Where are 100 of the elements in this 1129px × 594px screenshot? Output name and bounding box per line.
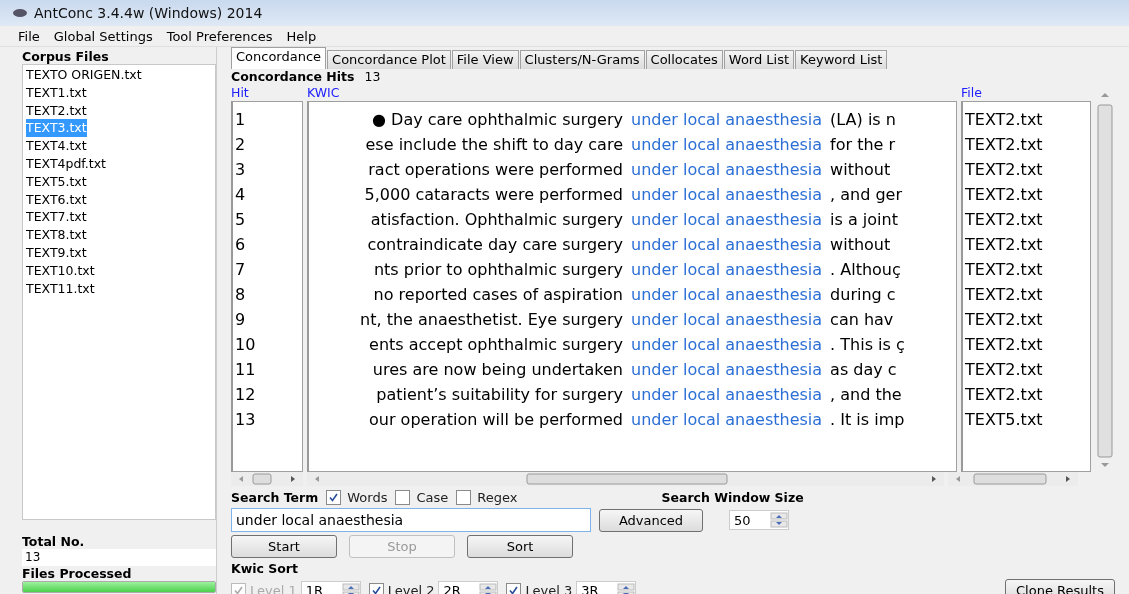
action-button[interactable]: Start [231, 535, 337, 558]
corpus-entry[interactable]: TEXTO ORIGEN.txt [26, 66, 142, 84]
corpus-entry[interactable]: TEXT1.txt [26, 83, 87, 102]
checkbox[interactable] [368, 583, 384, 594]
corpus-entry[interactable]: TEXT6.txt [26, 190, 87, 209]
checkbox-label: Case [416, 490, 449, 505]
left-context: patient’s suitability for surgery [375, 384, 624, 406]
file-name: TEXT2.txt [965, 134, 1043, 156]
tab[interactable]: File View [451, 50, 519, 69]
checkbox-label: Regex [477, 490, 518, 505]
menu-item[interactable]: File [18, 28, 40, 44]
hit-number: 2 [235, 134, 246, 156]
search-field[interactable]: under local anaesthesia [231, 508, 591, 532]
right-context: can hav [829, 309, 894, 331]
right-context: , and the [829, 384, 902, 406]
left-context: ract operations were performed [367, 159, 624, 181]
corpus-entry[interactable]: TEXT10.txt [26, 261, 95, 280]
tab[interactable]: Collocates [645, 50, 723, 69]
tab[interactable]: Concordance [231, 47, 327, 69]
spinner-field[interactable]: 50 [729, 510, 789, 530]
menu-item[interactable]: Tool Preferences [166, 28, 273, 44]
left-context: ures are now being undertaken [371, 359, 624, 381]
hits-count: 13 [364, 69, 381, 85]
file-name: TEXT2.txt [965, 109, 1043, 131]
right-context: without [829, 234, 891, 256]
corpus-entry[interactable]: TEXT7.txt [26, 208, 87, 227]
hit-number: 6 [235, 234, 246, 256]
keyword: under local anaesthesia [631, 384, 823, 406]
checkbox[interactable] [456, 490, 472, 505]
keyword: under local anaesthesia [631, 209, 823, 231]
hit-number: 3 [235, 159, 246, 181]
file-name: TEXT2.txt [965, 184, 1043, 206]
keyword: under local anaesthesia [631, 309, 823, 331]
hit-number: 13 [235, 409, 256, 431]
advanced-button[interactable]: Advanced [599, 508, 703, 532]
spin-arrows-icon[interactable] [341, 582, 360, 594]
left-context: nt, the anaesthetist. Eye surgery [359, 309, 624, 331]
checkbox[interactable] [506, 583, 522, 594]
hit-number: 9 [235, 309, 246, 331]
spin-arrows-icon[interactable] [617, 582, 636, 594]
window-size-label: Search Window Size [661, 490, 804, 505]
corpus-files-label: Corpus Files [22, 49, 110, 64]
corpus-entry[interactable]: TEXT11.txt [26, 279, 95, 298]
files-processed-label: Files Processed [22, 566, 133, 581]
right-context: (LA) is n [829, 109, 896, 131]
checkbox[interactable] [326, 490, 342, 505]
hits-label: Concordance Hits [231, 69, 355, 85]
keyword: under local anaesthesia [631, 234, 823, 256]
hit-number: 4 [235, 184, 246, 206]
search-term-label: Search Term [231, 490, 319, 505]
keyword: under local anaesthesia [631, 284, 823, 306]
tab[interactable]: Clusters/N-Grams [519, 50, 645, 69]
left-context: no reported cases of aspiration [372, 284, 624, 306]
right-context: for the r [829, 134, 896, 156]
right-context: . It is imp [829, 409, 905, 431]
corpus-entry[interactable]: TEXT5.txt [26, 172, 87, 191]
left-context: ● Day care ophthalmic surgery [371, 109, 624, 131]
checkbox-label: Words [347, 490, 388, 505]
app-icon [12, 7, 28, 19]
tab[interactable]: Keyword List [795, 50, 888, 69]
corpus-entry[interactable]: TEXT2.txt [26, 101, 87, 120]
right-context: is a joint [829, 209, 898, 231]
corpus-entry[interactable]: TEXT9.txt [26, 243, 87, 262]
file-name: TEXT5.txt [965, 409, 1043, 431]
hit-number: 8 [235, 284, 246, 306]
hit-number: 5 [235, 209, 246, 231]
file-name: TEXT2.txt [965, 359, 1043, 381]
tab[interactable]: Word List [723, 50, 795, 69]
right-context: as day c [829, 359, 897, 381]
left-context: ese include the shift to day care [364, 134, 624, 156]
corpus-entry[interactable]: TEXT4pdf.txt [26, 155, 106, 173]
hit-number: 1 [235, 109, 246, 131]
column-header: File [961, 85, 983, 101]
right-context: during c [829, 284, 896, 306]
total-value: 13 [22, 549, 216, 566]
right-context: . This is ç [829, 334, 905, 356]
left-context: contraindicate day care surgery [366, 234, 624, 256]
hit-number: 11 [235, 359, 256, 381]
checkbox[interactable] [395, 490, 411, 505]
spin-arrows-icon[interactable] [770, 512, 788, 528]
tab[interactable]: Concordance Plot [327, 50, 451, 69]
corpus-entry[interactable]: TEXT8.txt [26, 226, 87, 244]
right-context: , and ger [829, 184, 903, 206]
file-name: TEXT2.txt [965, 159, 1043, 181]
action-button[interactable]: Sort [467, 535, 573, 558]
menu-item[interactable]: Global Settings [53, 28, 153, 44]
file-name: TEXT2.txt [965, 309, 1043, 331]
file-name: TEXT2.txt [965, 334, 1043, 356]
corpus-entry[interactable]: TEXT4.txt [26, 137, 87, 155]
window-title: AntConc 3.4.4w (Windows) 2014 [34, 5, 263, 21]
keyword: under local anaesthesia [631, 334, 823, 356]
keyword: under local anaesthesia [631, 259, 823, 281]
kwic-sort-label: Kwic Sort [231, 561, 299, 576]
left-context: 5,000 cataracts were performed [363, 184, 624, 206]
column-header: KWIC [307, 85, 341, 101]
file-name: TEXT2.txt [965, 259, 1043, 281]
keyword: under local anaesthesia [631, 409, 823, 431]
menu-item[interactable]: Help [286, 28, 317, 44]
total-label: Total No. [22, 534, 86, 549]
spin-arrows-icon[interactable] [479, 582, 498, 594]
